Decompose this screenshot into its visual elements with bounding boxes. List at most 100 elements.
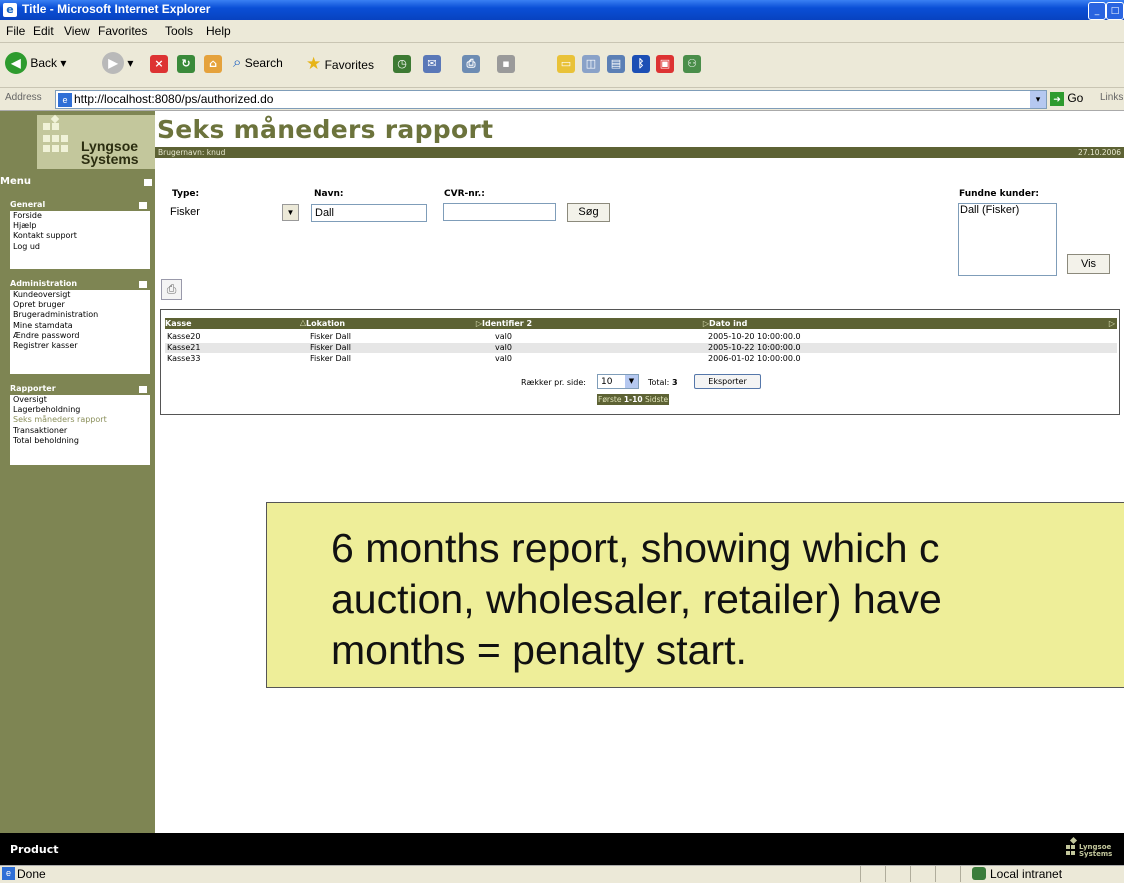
back-arrow-icon: ◀ — [5, 52, 27, 74]
pager-first[interactable]: Første — [598, 395, 621, 404]
ie-icon: e — [3, 3, 17, 17]
home-icon[interactable]: ⌂ — [204, 55, 222, 73]
address-dropdown-icon[interactable]: ▾ — [1030, 91, 1046, 108]
menu-bar: File Edit View Favorites Tools Help — [0, 20, 1124, 43]
username: Brugernavn: knud — [158, 148, 226, 157]
cvr-label: CVR-nr.: — [444, 189, 485, 199]
bluetooth-icon[interactable]: ᛒ — [632, 55, 650, 73]
table-row[interactable]: Kasse21 Fisker Dall val0 2005-10-22 10:0… — [165, 343, 1117, 353]
date: 27.10.2006 — [1078, 148, 1121, 157]
minimize-button[interactable]: _ — [1088, 2, 1106, 20]
callout-text: 6 months report, showing which c auction… — [331, 525, 942, 673]
dropdown-arrow-icon: ▼ — [625, 375, 638, 388]
table-row[interactable]: Kasse33 Fisker Dall val0 2006-01-02 10:0… — [165, 354, 1117, 364]
page-icon: e — [58, 92, 72, 107]
status-text: Done — [17, 867, 46, 881]
zone-text: Local intranet — [990, 867, 1063, 881]
type-select[interactable]: Fisker ▼ — [168, 204, 299, 221]
edit-icon[interactable]: ▪ — [497, 55, 515, 73]
pager: Første 1-10 Sidste — [597, 394, 670, 405]
menu-file[interactable]: File — [6, 24, 25, 38]
cvr-input[interactable] — [443, 203, 556, 221]
favorites-button[interactable]: ★ Favorites — [306, 54, 374, 74]
section-administration[interactable]: Administration — [10, 278, 150, 290]
go-button[interactable]: ➜ Go — [1050, 91, 1083, 106]
users-icon[interactable]: ⚇ — [683, 55, 701, 73]
sidebar-item-lagerbeholdning[interactable]: Lagerbeholdning — [10, 405, 150, 415]
window-titlebar: e Title - Microsoft Internet Explorer _ … — [0, 0, 1124, 20]
export-button[interactable]: Eksporter — [694, 374, 761, 389]
menu-edit[interactable]: Edit — [33, 24, 54, 38]
stop-icon[interactable]: × — [150, 55, 168, 73]
collapse-icon[interactable] — [139, 202, 147, 209]
address-input[interactable]: e http://localhost:8080/ps/authorized.do … — [55, 90, 1047, 109]
history-icon[interactable]: ◷ — [393, 55, 411, 73]
sidebar-item-mine-stamdata[interactable]: Mine stamdata — [10, 321, 150, 331]
sidebar-item-log-ud[interactable]: Log ud — [10, 242, 150, 252]
menu-view[interactable]: View — [64, 24, 90, 38]
annotation-callout: 6 months report, showing which c auction… — [266, 502, 1124, 688]
maximize-button[interactable]: □ — [1106, 2, 1124, 20]
search-icon: ⌕ — [233, 54, 242, 71]
address-label: Address — [5, 92, 42, 103]
search-submit-button[interactable]: Søg — [567, 203, 610, 222]
column-header-dato-ind[interactable]: Dato ind ▷ — [709, 318, 1117, 329]
search-button[interactable]: ⌕ Search — [233, 54, 283, 71]
collapse-icon[interactable] — [144, 179, 152, 186]
sidebar-item-opret-bruger[interactable]: Opret bruger — [10, 300, 150, 310]
collapse-icon[interactable] — [139, 386, 147, 393]
sidebar-item-kundeoversigt[interactable]: Kundeoversigt — [10, 290, 150, 300]
menu-help[interactable]: Help — [206, 24, 231, 38]
links-button[interactable]: Links — [1100, 92, 1123, 103]
address-bar: Address e http://localhost:8080/ps/author… — [0, 88, 1124, 111]
forward-arrow-icon: ▶ — [102, 52, 124, 74]
show-button[interactable]: Vis — [1067, 254, 1110, 274]
page-title: Seks måneders rapport — [157, 115, 494, 144]
sidebar-item-oversigt[interactable]: Oversigt — [10, 395, 150, 405]
sidebar-item-registrer-kasser[interactable]: Registrer kasser — [10, 341, 150, 351]
print-icon[interactable]: ⎙ — [161, 279, 182, 300]
list-item[interactable]: Dall (Fisker) — [960, 204, 1056, 217]
navn-input[interactable]: Dall — [311, 204, 427, 222]
sidebar-item-hjaelp[interactable]: Hjælp — [10, 221, 150, 231]
column-header-lokation[interactable]: Lokation ▷ — [306, 318, 482, 329]
go-arrow-icon: ➜ — [1050, 92, 1064, 106]
print-icon[interactable]: ⎙ — [462, 55, 480, 73]
rows-per-page-label: Rækker pr. side: — [521, 378, 586, 387]
collapse-icon[interactable] — [139, 281, 147, 288]
mail-icon[interactable]: ✉ — [423, 55, 441, 73]
sidebar-item-seks-maaneders-rapport[interactable]: Seks måneders rapport — [10, 415, 150, 425]
sidebar-item-total-beholdning[interactable]: Total beholdning — [10, 436, 150, 446]
sidebar-item-transaktioner[interactable]: Transaktioner — [10, 426, 150, 436]
rapporter-items: Oversigt Lagerbeholdning Seks måneders r… — [10, 395, 150, 465]
column-header-kasse[interactable]: Kasse △ — [165, 318, 306, 329]
pdf-icon[interactable]: ▣ — [656, 55, 674, 73]
messenger-icon[interactable]: ◫ — [582, 55, 600, 73]
forward-button[interactable]: ▶ ▾ — [102, 52, 133, 74]
rows-per-page-select[interactable]: 10 ▼ — [597, 374, 639, 389]
sidebar-item-aendre-password[interactable]: Ændre password — [10, 331, 150, 341]
sort-icon: ▷ — [1108, 319, 1115, 328]
column-header-identifier-2[interactable]: Identifier 2 ▷ — [482, 318, 709, 329]
research-icon[interactable]: ▤ — [607, 55, 625, 73]
section-rapporter[interactable]: Rapporter — [10, 383, 150, 395]
menu-tools[interactable]: Tools — [165, 24, 193, 38]
table-row[interactable]: Kasse20 Fisker Dall val0 2005-10-20 10:0… — [165, 332, 1117, 342]
window-title: Title - Microsoft Internet Explorer — [22, 2, 211, 16]
sidebar-item-forside[interactable]: Forside — [10, 211, 150, 221]
dropdown-arrow-icon: ▼ — [282, 204, 299, 221]
back-button[interactable]: ◀ Back ▾ — [5, 52, 66, 74]
page-header: Seks måneders rapport Brugernavn: knud 2… — [155, 111, 1124, 158]
sidebar-item-brugeradministration[interactable]: Brugeradministration — [10, 310, 150, 320]
section-general[interactable]: General — [10, 199, 150, 211]
results-table: Kasse △ Lokation ▷ Identifier 2 ▷ Dato i… — [160, 309, 1120, 415]
total-label: Total: 3 — [648, 378, 678, 387]
found-customers-list[interactable]: Dall (Fisker) — [958, 203, 1057, 276]
footer-logo: Lyngsoe Systems — [1066, 835, 1124, 861]
refresh-icon[interactable]: ↻ — [177, 55, 195, 73]
sidebar-item-kontakt-support[interactable]: Kontakt support — [10, 231, 150, 241]
notes-icon[interactable]: ▭ — [557, 55, 575, 73]
menu-favorites[interactable]: Favorites — [98, 24, 147, 38]
pager-last[interactable]: Sidste — [645, 395, 668, 404]
pager-current[interactable]: 1-10 — [624, 395, 643, 404]
